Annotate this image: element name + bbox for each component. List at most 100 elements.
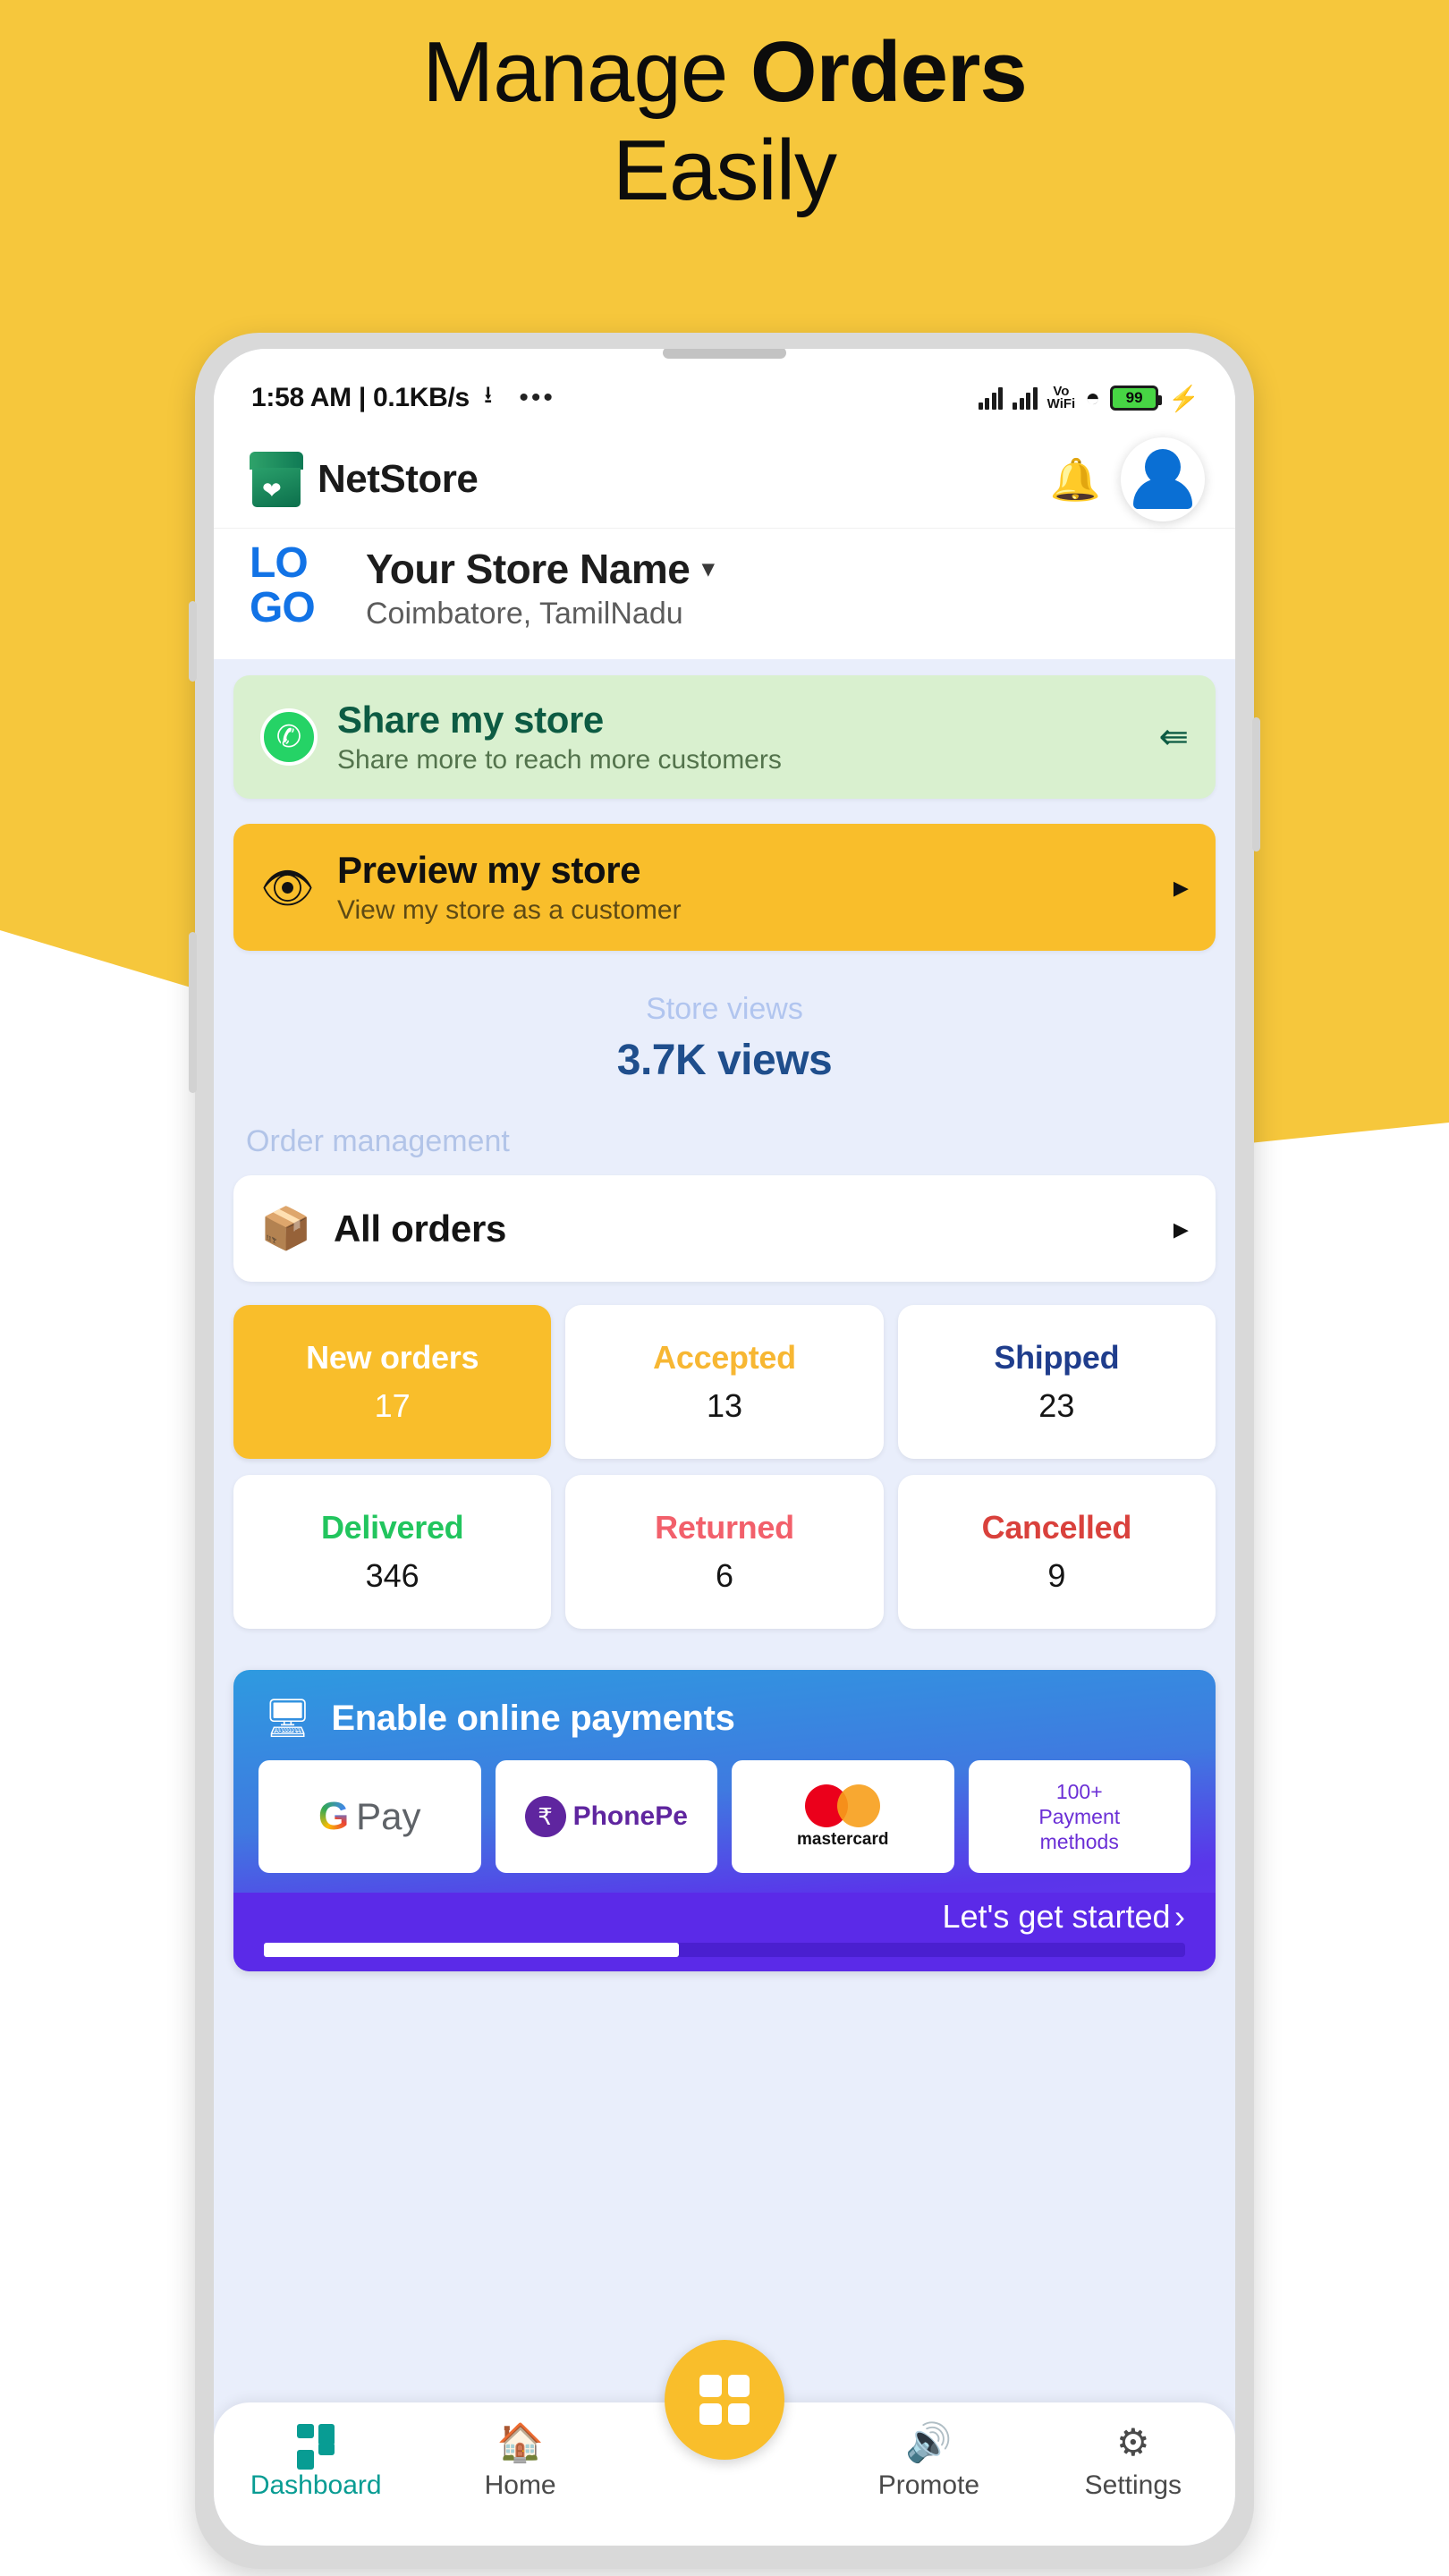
package-icon: 📦: [260, 1205, 312, 1251]
order-status-grid-bottom: Delivered 346 Returned 6 Cancelled 9: [233, 1475, 1216, 1629]
store-meta: Your Store Name ▾ Coimbatore, TamilNadu: [366, 545, 714, 631]
payments-cta[interactable]: Let's get started ›: [233, 1893, 1216, 1971]
phonepe-label: PhonePe: [572, 1801, 688, 1831]
sidebar-item-home[interactable]: 🏠 Home: [418, 2424, 622, 2501]
secondary-button: [189, 932, 197, 1093]
preview-card-text: Preview my store View my store as a cust…: [337, 849, 1152, 926]
store-views-label: Store views: [646, 992, 803, 1026]
share-my-store-card[interactable]: ✆ Share my store Share more to reach mor…: [233, 675, 1216, 799]
eye-icon: 👁: [260, 864, 315, 912]
preview-card-title: Preview my store: [337, 849, 641, 891]
status-bar: 1:58 AM | 0.1KB/s ⭳ ••• Vo WiFi ◓ 99 ⚡: [214, 349, 1235, 431]
status-tile-shipped[interactable]: Shipped 23: [897, 1305, 1216, 1459]
more-methods-line2: Payment: [1038, 1804, 1121, 1828]
phonepe-logo[interactable]: ₹ PhonePe: [495, 1760, 717, 1873]
phone-screen: 1:58 AM | 0.1KB/s ⭳ ••• Vo WiFi ◓ 99 ⚡ ❤: [214, 349, 1235, 2546]
status-tile-new-orders[interactable]: New orders 17: [233, 1305, 552, 1459]
status-tile-value: 346: [365, 1557, 419, 1594]
store-icon: ❤: [250, 452, 303, 507]
mastercard-circles-icon: [805, 1784, 881, 1827]
payment-monitor-icon: 🖥: [264, 1697, 312, 1739]
download-icon: ⭳: [483, 381, 493, 408]
phonepe-mark-icon: ₹: [524, 1796, 566, 1837]
volte-icon: Vo WiFi: [1046, 385, 1076, 411]
signal-bars-sim2-icon: [1013, 386, 1038, 410]
store-name-row[interactable]: Your Store Name ▾: [366, 545, 714, 593]
status-bar-right: Vo WiFi ◓ 99 ⚡: [978, 384, 1199, 413]
status-tile-value: 23: [1038, 1387, 1075, 1424]
share-card-subtitle: Share more to reach more customers: [337, 745, 782, 775]
mastercard-logo[interactable]: mastercard: [732, 1760, 954, 1873]
gpay-logo[interactable]: G Pay: [258, 1760, 481, 1873]
whatsapp-icon: ✆: [260, 708, 318, 766]
bell-icon[interactable]: 🔔: [1050, 455, 1101, 504]
preview-my-store-card[interactable]: 👁 Preview my store View my store as a cu…: [233, 824, 1216, 951]
status-tile-value: 13: [706, 1387, 743, 1424]
charging-icon: ⚡: [1168, 384, 1199, 412]
status-tile-returned[interactable]: Returned 6: [565, 1475, 884, 1629]
store-views-value: 3.7K views: [616, 1037, 833, 1084]
status-tile-label: New orders: [306, 1339, 479, 1376]
payments-cta-label: Let's get started: [942, 1898, 1171, 1935]
battery-icon: 99: [1110, 386, 1163, 411]
volume-button: [1252, 717, 1260, 852]
megaphone-icon: 🔊: [905, 2421, 953, 2463]
volte-line2: WiFi: [1046, 396, 1076, 411]
phone-mockup: 1:58 AM | 0.1KB/s ⭳ ••• Vo WiFi ◓ 99 ⚡ ❤: [189, 333, 1260, 2569]
more-methods-line3: methods: [1039, 1830, 1119, 1854]
brand: ❤ NetStore: [250, 452, 479, 507]
store-name: Your Store Name: [366, 545, 691, 592]
gpay-label: Pay: [356, 1795, 421, 1837]
order-status-grid-top: New orders 17 Accepted 13 Shipped 23: [233, 1305, 1216, 1459]
more-methods-line1: 100+: [1055, 1779, 1103, 1803]
headline-line2: Easily: [612, 122, 837, 218]
store-selector-row[interactable]: LO GO Your Store Name ▾ Coimbatore, Tami…: [214, 528, 1235, 659]
grid-apps-icon: [699, 2375, 750, 2425]
status-bar-left: 1:58 AM | 0.1KB/s ⭳ •••: [251, 377, 555, 419]
share-icon[interactable]: ⇚: [1158, 716, 1189, 758]
more-payment-methods[interactable]: 100+ Payment methods: [968, 1760, 1191, 1873]
battery-percent: 99: [1125, 389, 1143, 406]
wifi-icon: ◓: [1085, 384, 1101, 411]
status-menu-dots: •••: [519, 383, 555, 412]
enable-payments-banner[interactable]: 🖥 Enable online payments G Pay ₹ PhonePe: [233, 1670, 1216, 1971]
nav-label: Promote: [877, 2470, 980, 2500]
nav-label: Settings: [1084, 2470, 1182, 2500]
status-tile-accepted[interactable]: Accepted 13: [565, 1305, 884, 1459]
sidebar-item-settings[interactable]: ⚙ Settings: [1031, 2424, 1235, 2501]
headline-bold: Orders: [750, 24, 1028, 120]
chevron-right-icon[interactable]: ▸: [1174, 869, 1189, 905]
store-logo-line2: GO: [250, 584, 316, 631]
avatar[interactable]: [1121, 437, 1205, 521]
app-bar-actions: 🔔: [1050, 437, 1205, 521]
status-tile-label: Accepted: [653, 1339, 796, 1376]
chevron-right-icon: ›: [1174, 1898, 1185, 1935]
signal-bars-sim1-icon: [978, 386, 1004, 410]
brand-name: NetStore: [318, 457, 479, 501]
fab-apps-button[interactable]: [665, 2340, 784, 2460]
onboarding-progress-fill: [264, 1943, 679, 1957]
status-tile-label: Shipped: [994, 1339, 1120, 1376]
dashboard-grid-icon: [297, 2424, 335, 2470]
all-orders-row[interactable]: 📦 All orders ▸: [233, 1175, 1216, 1282]
status-tile-delivered[interactable]: Delivered 346: [233, 1475, 552, 1629]
status-tile-value: 17: [374, 1387, 411, 1424]
preview-card-subtitle: View my store as a customer: [337, 895, 682, 925]
nav-label: Home: [484, 2470, 556, 2500]
payment-logos: G Pay ₹ PhonePe mastercard 100+ Payment …: [233, 1760, 1216, 1893]
status-tile-value: 9: [1047, 1557, 1066, 1594]
sidebar-item-dashboard[interactable]: Dashboard: [214, 2424, 418, 2501]
chevron-right-icon[interactable]: ▸: [1174, 1211, 1189, 1247]
store-location: Coimbatore, TamilNadu: [366, 596, 683, 631]
chevron-down-icon[interactable]: ▾: [702, 555, 714, 582]
phone-speaker: [663, 349, 786, 359]
payments-title: Enable online payments: [331, 1699, 735, 1738]
status-time-speed: 1:58 AM | 0.1KB/s: [251, 383, 470, 412]
all-orders-label: All orders: [334, 1207, 507, 1250]
app-bar: ❤ NetStore 🔔: [214, 431, 1235, 528]
order-management-label: Order management: [246, 1124, 510, 1158]
sidebar-item-promote[interactable]: 🔊 Promote: [826, 2424, 1030, 2501]
status-tile-value: 6: [715, 1557, 733, 1594]
home-icon: 🏠: [496, 2421, 544, 2463]
status-tile-cancelled[interactable]: Cancelled 9: [897, 1475, 1216, 1629]
